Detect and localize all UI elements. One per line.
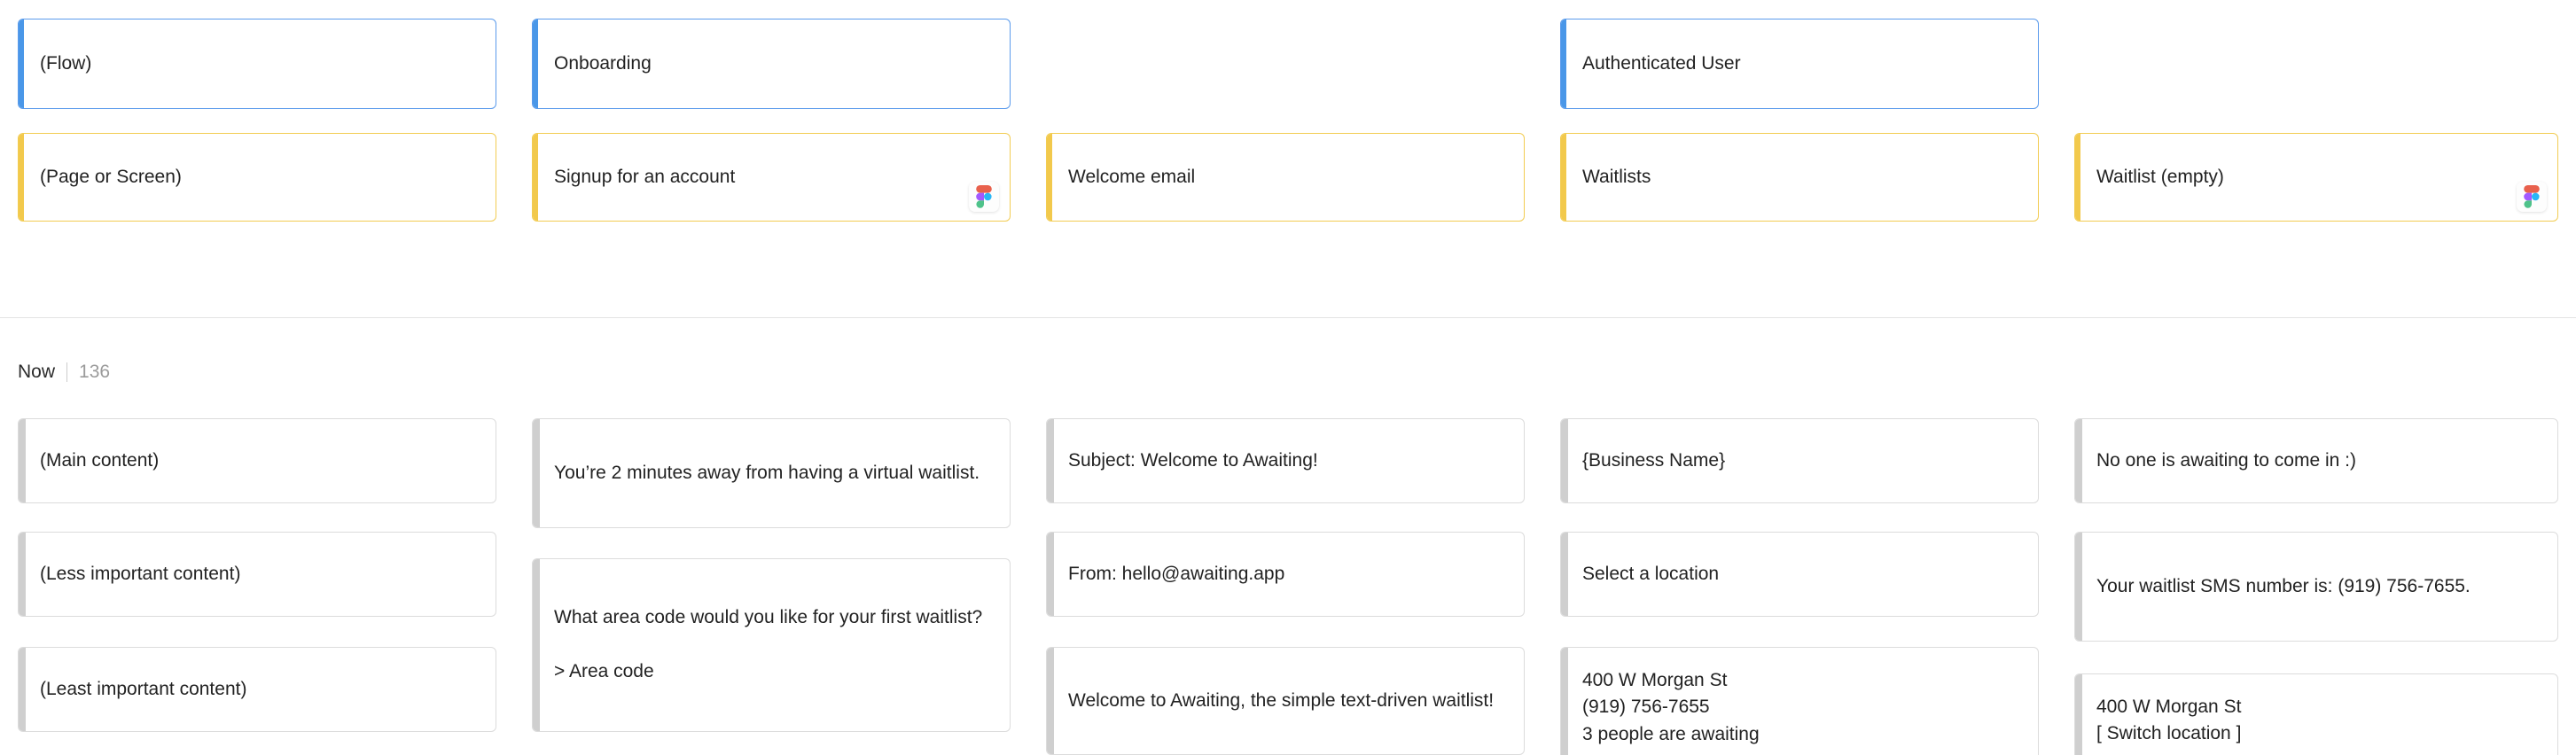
page-card-3[interactable]: Welcome email <box>1046 133 1525 222</box>
page-card-2[interactable]: Signup for an account <box>532 133 1011 222</box>
content-card[interactable]: What area code would you like for your f… <box>532 558 1011 732</box>
now-count: 136 <box>79 362 111 382</box>
flow-card-label: Authenticated User <box>1582 52 1741 74</box>
content-card-text: No one is awaiting to come in :) <box>2096 449 2356 471</box>
content-card[interactable]: 400 W Morgan St (919) 756-7655 3 people … <box>1560 647 2039 755</box>
page-card-label: (Page or Screen) <box>40 166 182 187</box>
content-card-text: (Main content) <box>40 449 160 471</box>
figma-icon[interactable] <box>2517 182 2547 212</box>
page-card-4[interactable]: Waitlists <box>1560 133 2039 222</box>
now-label: Now <box>18 362 56 382</box>
page-card-label: Welcome email <box>1068 166 1196 187</box>
flow-card-1[interactable]: (Flow) <box>18 19 496 109</box>
flow-card-4[interactable]: Authenticated User <box>1560 19 2039 109</box>
content-card[interactable]: You’re 2 minutes away from having a virt… <box>532 418 1011 528</box>
figma-icon[interactable] <box>969 182 999 212</box>
content-card-text: (Less important content) <box>40 563 241 584</box>
content-card-text: From: hello@awaiting.app <box>1068 563 1285 584</box>
content-card[interactable]: (Main content) <box>18 418 496 503</box>
flow-card-label: (Flow) <box>40 52 92 74</box>
page-card-5[interactable]: Waitlist (empty) <box>2074 133 2558 222</box>
content-card-text: Select a location <box>1582 563 1720 584</box>
content-model-board: (Flow) Onboarding Authenticated User (Pa… <box>0 0 2576 755</box>
page-card-label: Signup for an account <box>554 166 736 187</box>
page-card-label: Waitlists <box>1582 166 1651 187</box>
content-card-text: {Business Name} <box>1582 449 1726 471</box>
content-card-text: What area code would you like for your f… <box>554 607 983 682</box>
content-card-text: (Least important content) <box>40 678 247 699</box>
content-card-text: Your waitlist SMS number is: (919) 756-7… <box>2096 575 2471 596</box>
flow-card-label: Onboarding <box>554 52 652 74</box>
content-card[interactable]: Welcome to Awaiting, the simple text-dri… <box>1046 647 1525 755</box>
content-card[interactable]: Your waitlist SMS number is: (919) 756-7… <box>2074 532 2558 642</box>
content-card-text: 400 W Morgan St (919) 756-7655 3 people … <box>1582 670 1760 744</box>
now-separator <box>66 362 68 382</box>
content-card[interactable]: Select a location <box>1560 532 2039 617</box>
now-header: Now 136 <box>18 362 110 383</box>
content-card[interactable]: No one is awaiting to come in :) <box>2074 418 2558 503</box>
content-card-text: Subject: Welcome to Awaiting! <box>1068 449 1318 471</box>
page-card-1[interactable]: (Page or Screen) <box>18 133 496 222</box>
content-card-text: You’re 2 minutes away from having a virt… <box>554 462 980 483</box>
section-divider <box>0 317 2576 318</box>
content-card[interactable]: Subject: Welcome to Awaiting! <box>1046 418 1525 503</box>
flow-card-2[interactable]: Onboarding <box>532 19 1011 109</box>
page-card-label: Waitlist (empty) <box>2096 166 2224 187</box>
content-card[interactable]: (Least important content) <box>18 647 496 732</box>
content-card-text: Welcome to Awaiting, the simple text-dri… <box>1068 689 1495 711</box>
content-card[interactable]: From: hello@awaiting.app <box>1046 532 1525 617</box>
content-card-text: 400 W Morgan St [ Switch location ] <box>2096 697 2242 744</box>
content-card[interactable]: {Business Name} <box>1560 418 2039 503</box>
content-card[interactable]: (Less important content) <box>18 532 496 617</box>
content-card[interactable]: 400 W Morgan St [ Switch location ] <box>2074 673 2558 755</box>
